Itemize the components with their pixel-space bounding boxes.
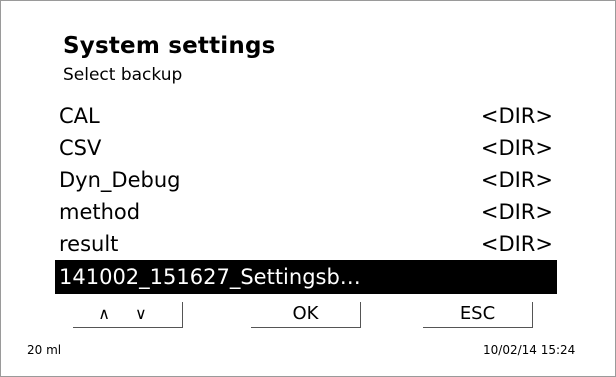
esc-button[interactable]: ESC: [423, 302, 533, 328]
dir-tag: <DIR>: [480, 104, 553, 128]
datetime-status: 10/02/14 15:24: [483, 343, 576, 357]
volume-status: 20 ml: [27, 343, 62, 357]
dir-tag: <DIR>: [480, 232, 553, 256]
list-item-csv[interactable]: CSV <DIR>: [55, 132, 557, 164]
dir-tag: <DIR>: [480, 200, 553, 224]
page-title: System settings: [63, 33, 276, 59]
list-item-name: method: [59, 200, 141, 224]
list-item-name: 141002_151627_Settingsb…: [59, 265, 361, 289]
page-subtitle: Select backup: [63, 65, 183, 85]
ok-button[interactable]: OK: [251, 302, 361, 328]
list-item-settings-backup-selected[interactable]: 141002_151627_Settingsb…: [55, 260, 557, 294]
list-item-name: CAL: [59, 104, 100, 128]
dir-tag: <DIR>: [480, 136, 553, 160]
dir-tag: <DIR>: [480, 168, 553, 192]
navigate-up-down-button[interactable]: ∧ ∨: [73, 302, 183, 328]
list-item-method[interactable]: method <DIR>: [55, 196, 557, 228]
list-item-name: result: [59, 232, 119, 256]
list-item-result[interactable]: result <DIR>: [55, 228, 557, 260]
list-item-name: CSV: [59, 136, 102, 160]
list-item-cal[interactable]: CAL <DIR>: [55, 100, 557, 132]
up-down-arrows-icon: ∧ ∨: [98, 304, 157, 323]
device-screen: System settings Select backup CAL <DIR> …: [0, 0, 616, 377]
list-item-dyn-debug[interactable]: Dyn_Debug <DIR>: [55, 164, 557, 196]
backup-file-list: CAL <DIR> CSV <DIR> Dyn_Debug <DIR> meth…: [55, 100, 557, 294]
list-item-name: Dyn_Debug: [59, 168, 181, 192]
